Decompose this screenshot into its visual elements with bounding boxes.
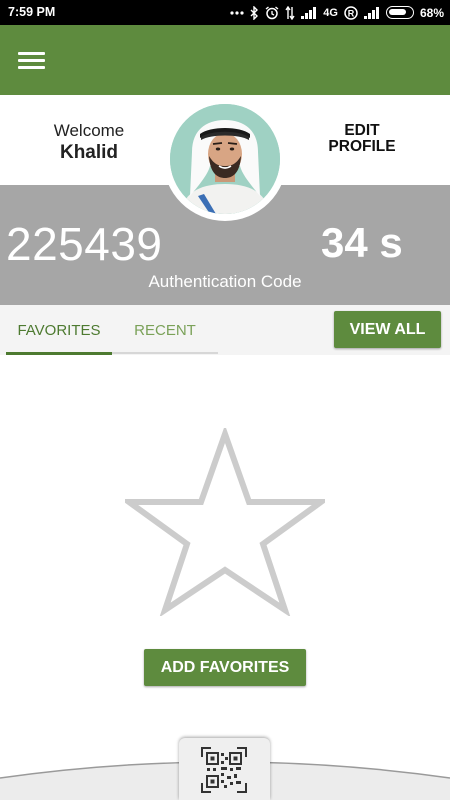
alarm-icon — [265, 5, 279, 20]
add-favorites-button[interactable]: ADD FAVORITES — [144, 649, 306, 686]
view-all-button[interactable]: VIEW ALL — [334, 311, 441, 348]
bluetooth-icon — [250, 5, 259, 20]
app-bar — [0, 25, 450, 95]
welcome-label: Welcome — [53, 121, 125, 140]
data-arrows-icon — [285, 5, 295, 20]
qr-code-icon — [201, 747, 247, 793]
star-outline-icon — [125, 428, 325, 616]
edit-profile-button[interactable]: EDIT PROFILE — [312, 123, 412, 155]
tab-underline — [112, 352, 218, 354]
more-dots-icon — [230, 5, 244, 20]
status-bar: 7:59 PM 4G R 68% — [0, 0, 450, 25]
tab-recent[interactable]: RECENT — [112, 305, 218, 355]
tab-favorites[interactable]: FAVORITES — [6, 305, 112, 355]
svg-text:R: R — [348, 8, 355, 18]
user-avatar-photo — [170, 104, 280, 214]
auth-code-label: Authentication Code — [148, 272, 302, 291]
hamburger-menu-icon[interactable] — [18, 50, 46, 72]
signal-icon — [301, 5, 317, 20]
avatar[interactable] — [170, 104, 280, 214]
user-name: Khalid — [59, 142, 119, 163]
status-icons: 4G R 68% — [230, 4, 444, 21]
qr-scan-button[interactable] — [179, 738, 270, 800]
auth-timer: 34 s — [321, 219, 403, 266]
edit-profile-line2: PROFILE — [328, 138, 396, 155]
edit-profile-line1: EDIT — [344, 122, 380, 139]
signal-icon-2 — [363, 5, 380, 20]
welcome-block: Welcome Khalid — [30, 121, 148, 164]
battery-icon — [385, 6, 414, 19]
battery-percent: 68% — [419, 5, 444, 20]
status-time: 7:59 PM — [8, 5, 56, 19]
roaming-r-icon: R — [344, 5, 358, 20]
network-type: 4G — [323, 6, 338, 19]
auth-code: 225439 — [6, 218, 163, 270]
